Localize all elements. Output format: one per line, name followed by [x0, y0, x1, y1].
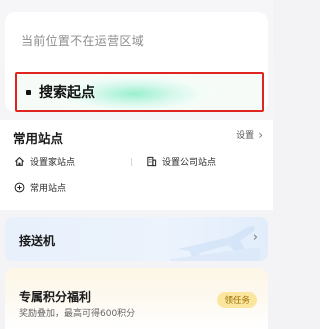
start-point-dot-icon — [26, 89, 31, 95]
chevron-right-icon: › — [252, 230, 258, 245]
airport-shuttle-card[interactable]: 接送机 › — [5, 217, 268, 261]
settings-label: 设置 — [236, 131, 255, 141]
points-benefit-title: 专属积分福利 — [19, 290, 92, 304]
search-start-button[interactable]: 搜索起点 — [15, 72, 264, 112]
points-benefit-description: 奖励叠加，最高可得600积分 — [19, 309, 136, 319]
chevron-right-icon: › — [258, 127, 263, 142]
home-icon — [14, 157, 25, 166]
location-status-text: 当前位置不在运营区域 — [21, 34, 145, 48]
search-start-label: 搜索起点 — [39, 85, 95, 101]
add-common-station-button[interactable]: 常用站点 — [14, 181, 66, 194]
points-benefit-card[interactable]: 专属积分福利 奖励叠加，最高可得600积分 领任务 — [5, 268, 268, 329]
get-task-button[interactable]: 领任务 — [217, 292, 257, 308]
common-stations-section: 常用站点 设置 › 设置家站点 设置公司站点 常用站点 — [0, 120, 273, 210]
add-common-station-label: 常用站点 — [30, 184, 67, 194]
common-stations-settings-button[interactable]: 设置 › — [236, 127, 263, 142]
airport-shuttle-title: 接送机 — [19, 234, 56, 248]
page: 当前位置不在运营区域 搜索起点 常用站点 设置 › 设置家站点 设置公司站点 常… — [0, 0, 273, 329]
location-card: 当前位置不在运营区域 搜索起点 — [5, 12, 268, 112]
divider — [131, 158, 132, 166]
add-circle-icon — [14, 182, 25, 193]
airplane-icon — [170, 226, 260, 261]
set-home-station-label: 设置家站点 — [30, 158, 76, 168]
common-stations-title: 常用站点 — [13, 131, 64, 146]
set-company-station-label: 设置公司站点 — [162, 158, 217, 168]
set-home-station-button[interactable]: 设置家站点 — [14, 155, 75, 168]
set-company-station-button[interactable]: 设置公司站点 — [146, 155, 216, 168]
building-icon — [147, 156, 157, 167]
